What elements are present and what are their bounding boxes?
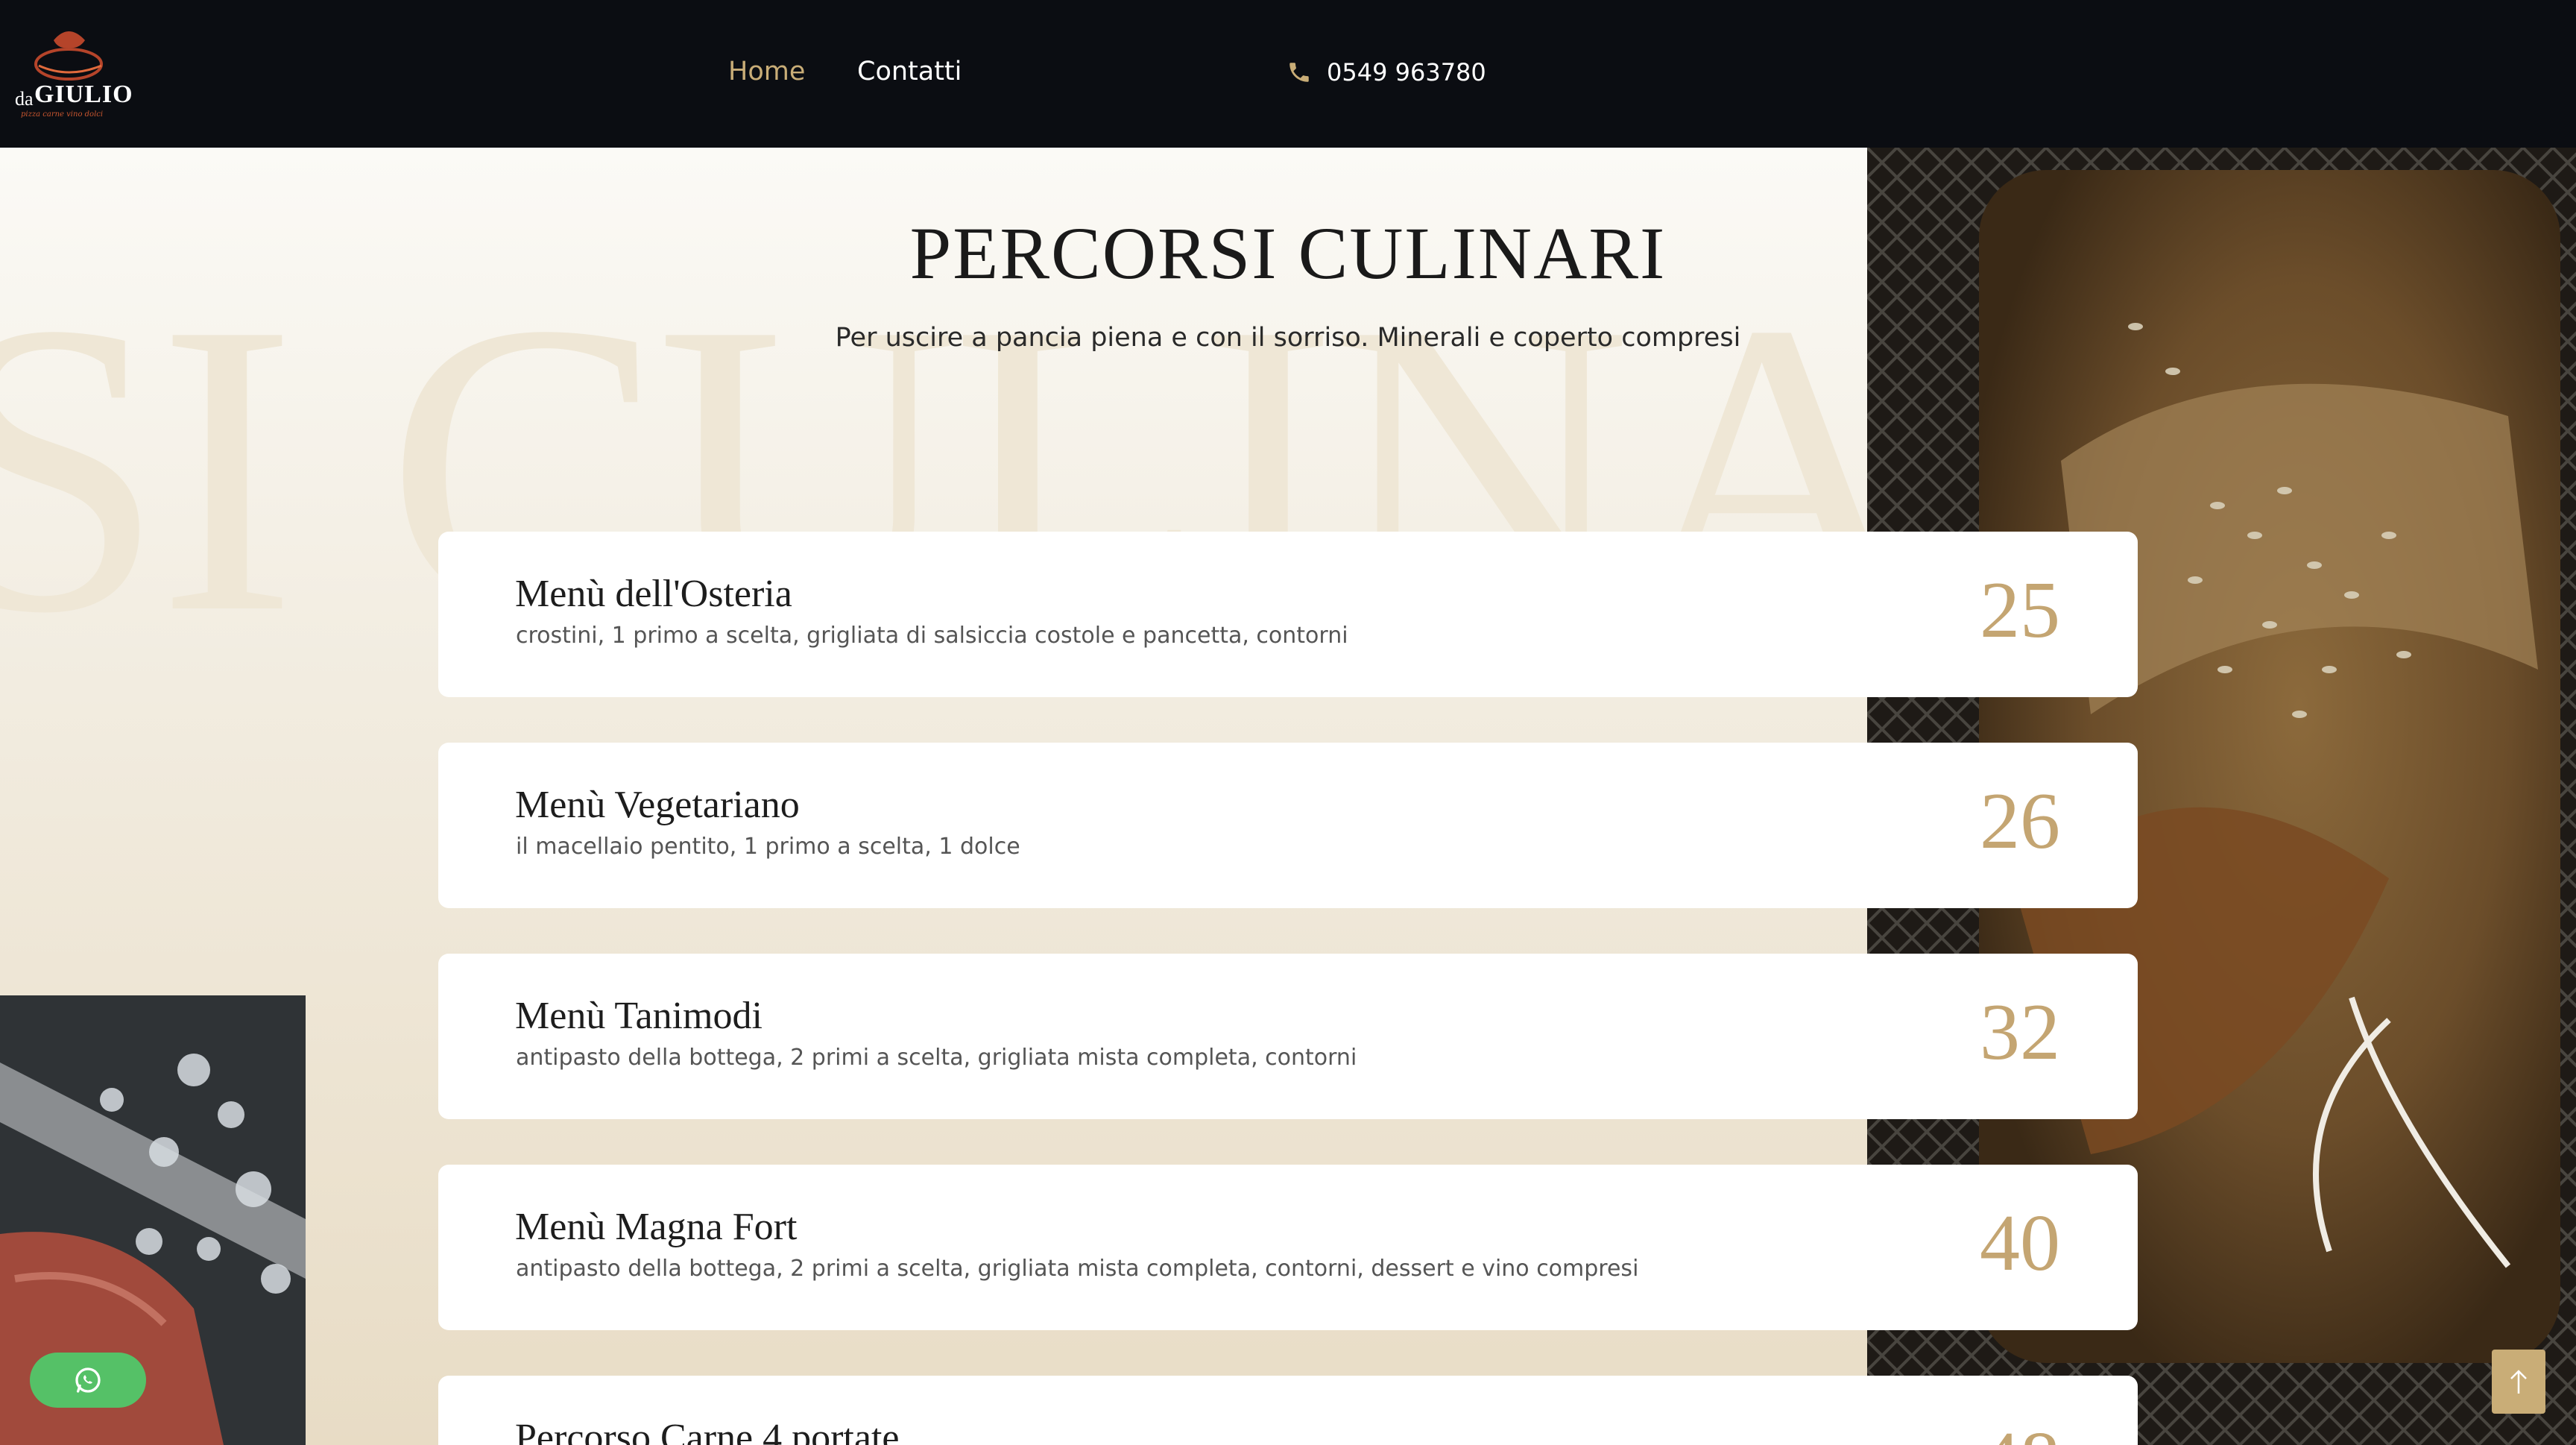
menu-card: Menù Magna Fort antipasto della bottega,… [438, 1165, 2138, 1330]
menu-card: Menù Tanimodi antipasto della bottega, 2… [438, 954, 2138, 1119]
phone-link[interactable]: 0549 963780 [1287, 58, 1486, 86]
menu-name: Menù Tanimodi [515, 995, 763, 1037]
menu-card: Percorso Carne 4 portate 48 [438, 1376, 2138, 1445]
menu-name: Menù Magna Fort [515, 1206, 798, 1248]
menu-name: Menù dell'Osteria [515, 573, 792, 615]
logo-name: GIULIO [34, 81, 133, 108]
back-to-top-button[interactable] [2492, 1350, 2545, 1414]
menu-price: 48 [1980, 1420, 2060, 1445]
logo-tagline: pizza carne vino dolci [21, 110, 104, 119]
menu-price: 25 [1980, 566, 2060, 655]
menu-name: Menù Vegetariano [515, 784, 800, 826]
nav-contatti[interactable]: Contatti [857, 57, 962, 86]
menu-name: Percorso Carne 4 portate [515, 1417, 900, 1445]
phone-number: 0549 963780 [1327, 58, 1486, 86]
chef-pig-logo-icon [34, 31, 103, 81]
site-header: da GIULIO pizza carne vino dolci Home Co… [0, 0, 2576, 148]
menu-price: 26 [1980, 777, 2060, 866]
menu-description: il macellaio pentito, 1 primo a scelta, … [516, 834, 1020, 860]
whatsapp-icon [75, 1367, 101, 1393]
menu-description: antipasto della bottega, 2 primi a scelt… [516, 1045, 1357, 1071]
arrow-up-icon [2510, 1370, 2527, 1394]
logo-prefix: da [15, 88, 34, 110]
logo[interactable]: da GIULIO pizza carne vino dolci [15, 25, 133, 122]
whatsapp-button[interactable] [30, 1353, 146, 1408]
phone-icon [1287, 60, 1312, 85]
menu-description: antipasto della bottega, 2 primi a scelt… [516, 1256, 1639, 1282]
menu-price: 40 [1980, 1199, 2060, 1288]
nav-home[interactable]: Home [728, 57, 805, 86]
menu-card: Menù Vegetariano il macellaio pentito, 1… [438, 743, 2138, 908]
menu-price: 32 [1980, 988, 2060, 1077]
menu-description: crostini, 1 primo a scelta, grigliata di… [516, 623, 1348, 649]
menu-card: Menù dell'Osteria crostini, 1 primo a sc… [438, 532, 2138, 697]
page-subtitle: Per uscire a pancia piena e con il sorri… [835, 323, 1741, 353]
page-title: PERCORSI CULINARI [909, 212, 1667, 295]
